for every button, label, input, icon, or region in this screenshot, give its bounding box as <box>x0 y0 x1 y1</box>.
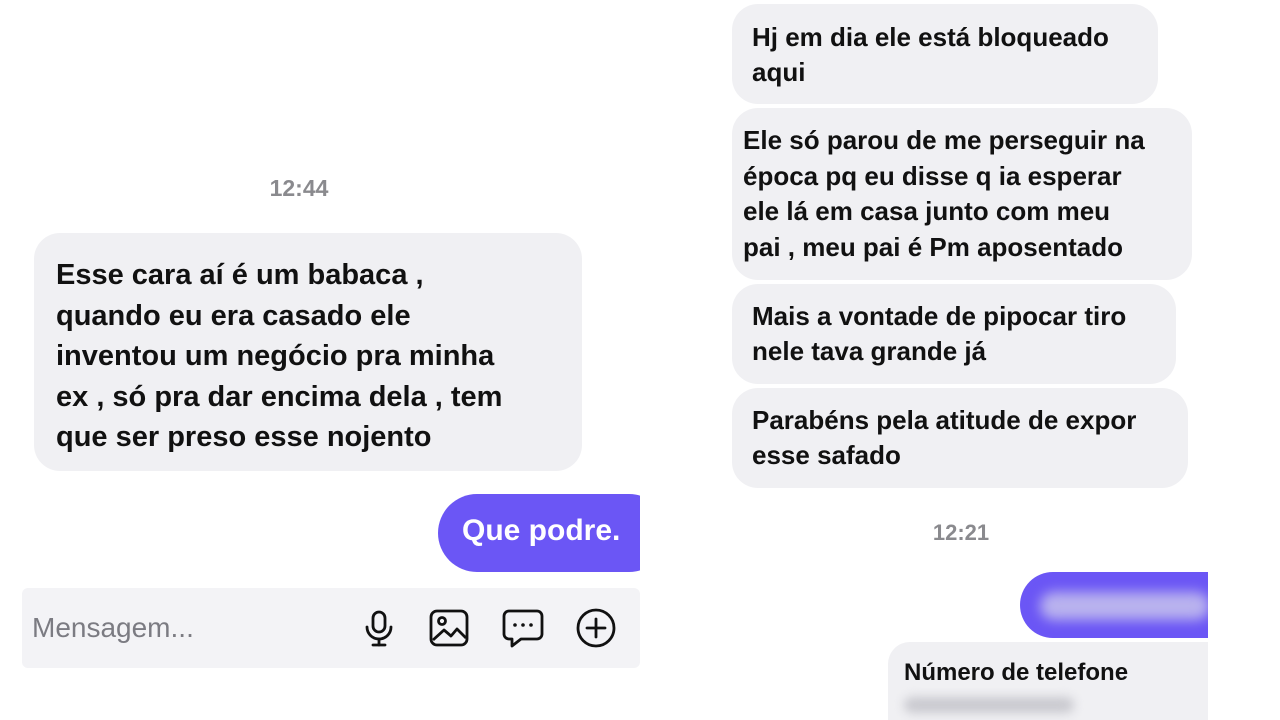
message-line: inventou um negócio pra minha <box>56 340 495 372</box>
message-line: Ele só parou de me perseguir na <box>743 125 1145 155</box>
message-line: esse safado <box>752 440 901 470</box>
outgoing-message-bubble-redacted[interactable] <box>1020 572 1208 638</box>
chat-icon[interactable] <box>501 606 545 650</box>
image-icon[interactable] <box>427 606 471 650</box>
message-timestamp: 12:44 <box>269 175 329 201</box>
message-line: pai , meu pai é Pm aposentado <box>743 231 1123 262</box>
edge-fade <box>1168 0 1208 110</box>
message-line: época pq eu disse q ia esperar <box>743 160 1122 191</box>
message-line: Esse cara aí é um babaca , <box>56 259 424 291</box>
message-line: Parabéns pela atitude de expor <box>752 405 1137 435</box>
microphone-icon[interactable] <box>357 606 401 650</box>
redaction-blur <box>1040 592 1208 620</box>
outgoing-message-bubble[interactable]: Que podre. <box>438 494 640 572</box>
incoming-message-bubble[interactable]: Ele só parou de me perseguir na época pq… <box>732 108 1192 280</box>
contact-card[interactable]: Número de telefone <box>888 642 1208 720</box>
message-line: que ser preso esse nojento <box>56 421 432 453</box>
redaction-blur <box>904 697 1074 713</box>
message-composer: Mensagem... <box>22 588 640 668</box>
plus-circle-icon[interactable] <box>574 606 618 650</box>
outgoing-message-text: Que podre. <box>462 514 621 547</box>
message-line: quando eu era casado ele <box>56 299 411 332</box>
message-line: nele tava grande já <box>752 336 987 366</box>
left-chat-screenshot: 12:44 Esse cara aí é um babaca , quando … <box>22 0 640 720</box>
incoming-message-bubble[interactable]: Parabéns pela atitude de expor esse safa… <box>732 388 1188 488</box>
right-chat-screenshot: Hj em dia ele está bloqueado aqui Ele só… <box>720 0 1208 720</box>
message-line: Hj em dia ele está bloqueado <box>752 22 1109 52</box>
incoming-message-bubble[interactable]: Hj em dia ele está bloqueado aqui <box>732 4 1158 104</box>
message-line: ele lá em casa junto com meu <box>743 196 1111 226</box>
message-line: aqui <box>752 57 806 87</box>
message-input[interactable]: Mensagem... <box>32 608 332 648</box>
incoming-message-bubble[interactable]: Esse cara aí é um babaca , quando eu era… <box>34 233 582 471</box>
message-line: ex , só pra dar encima dela , tem <box>56 380 503 413</box>
message-timestamp: 12:21 <box>932 520 990 545</box>
contact-card-title: Número de telefone <box>904 659 1129 686</box>
message-line: Mais a vontade de pipocar tiro <box>752 301 1127 331</box>
incoming-message-bubble[interactable]: Mais a vontade de pipocar tiro nele tava… <box>732 284 1176 384</box>
